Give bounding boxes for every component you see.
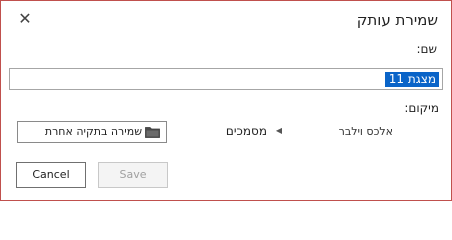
file-name-input[interactable]: מצגת 11: [9, 68, 443, 90]
breadcrumb-user[interactable]: אלכס וילבר: [339, 125, 393, 138]
save-to-other-folder-label: שמירה בתקיה אחרת: [44, 125, 142, 138]
dialog-title: שמירת עותק: [356, 11, 438, 29]
save-copy-dialog: שמירת עותק ✕ שם: מצגת 11 מיקום: אלכס ויל…: [0, 0, 452, 201]
save-button[interactable]: Save: [98, 162, 168, 188]
chevron-left-icon: ◀: [275, 126, 282, 135]
close-icon[interactable]: ✕: [16, 10, 34, 28]
cancel-button[interactable]: Cancel: [16, 162, 86, 188]
save-to-other-folder-button[interactable]: שמירה בתקיה אחרת: [17, 121, 167, 143]
breadcrumb-documents[interactable]: מסמכים: [226, 124, 267, 138]
folder-icon: [145, 127, 160, 138]
name-label: שם:: [416, 42, 437, 56]
file-name-value: מצגת 11: [384, 72, 439, 87]
location-label: מיקום:: [404, 101, 439, 115]
